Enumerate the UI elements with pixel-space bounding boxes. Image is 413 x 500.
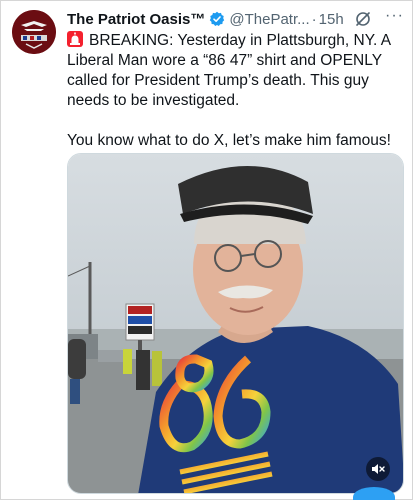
- display-name[interactable]: The Patriot Oasis™: [67, 11, 205, 28]
- author-handle[interactable]: @ThePatr...: [229, 11, 309, 28]
- video-player[interactable]: [67, 153, 404, 494]
- tweet-body: BREAKING: Yesterday in Plattsburgh, NY. …: [67, 31, 403, 151]
- tweet-header: The Patriot Oasis™ @ThePatr... · 15h ···: [67, 7, 407, 29]
- speaker-muted-icon: [372, 464, 385, 474]
- post-timestamp[interactable]: 15h: [319, 11, 344, 28]
- more-options-button[interactable]: ···: [385, 7, 404, 25]
- separator-dot: ·: [311, 10, 317, 28]
- grok-icon[interactable]: [354, 10, 372, 28]
- mute-toggle-button[interactable]: [366, 457, 390, 481]
- tweet-paragraph-1: BREAKING: Yesterday in Plattsburgh, NY. …: [67, 31, 403, 111]
- verified-badge-icon: [209, 11, 225, 27]
- tweet-card[interactable]: The Patriot Oasis™ @ThePatr... · 15h ···…: [0, 0, 413, 500]
- author-avatar[interactable]: [12, 10, 56, 54]
- floating-action-button[interactable]: [353, 487, 395, 500]
- siren-emoji-icon: [67, 31, 83, 47]
- tweet-paragraph-2: You know what to do X, let’s make him fa…: [67, 132, 391, 149]
- tweet-text-main: BREAKING: Yesterday in Plattsburgh, NY. …: [67, 32, 391, 109]
- patriot-oasis-logo-icon: [12, 10, 56, 54]
- video-frame: [68, 154, 403, 493]
